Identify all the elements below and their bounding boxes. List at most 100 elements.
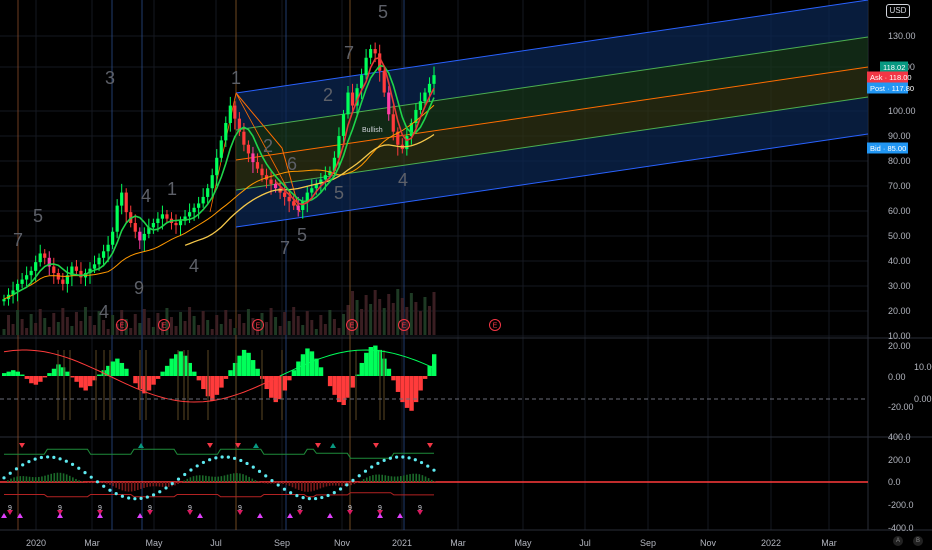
volume-bar [301,325,305,335]
volume-bar [432,292,436,335]
oscillator-bar [372,475,374,482]
histogram-bar [327,376,333,387]
volume-bar [88,316,92,335]
volume-bar [219,324,223,335]
oscillator-dot [39,455,43,460]
oscillator-bar [34,477,37,482]
oscillator-bar [229,473,232,482]
signal-triangle-up [253,443,259,448]
candle-body [61,279,65,284]
oscillator-dot [214,456,218,460]
candle-body [192,207,196,213]
volume-bar [183,321,187,335]
candle-body [323,175,327,180]
auto-scale-button[interactable]: A [893,536,903,546]
signal-triangle-up [138,443,144,448]
oscillator-bar [387,475,390,482]
histogram-bar [11,370,16,376]
volume-bar [242,323,246,335]
oscillator-dot [363,469,368,473]
volume-bar [16,310,20,335]
wave-label: 3 [105,68,115,88]
oscillator-bar [183,480,186,482]
price-axis-tick: 100.00 [888,106,916,116]
histogram-bar [160,371,165,376]
oscillator-dot [201,460,206,465]
candle-body [373,49,377,54]
oscillator-bar [396,476,399,482]
price-axis-tick: 30.00 [888,281,911,291]
price-axis-tick: 130.00 [888,31,916,41]
volume-bar [391,303,395,335]
date-axis-tick: Jul [210,538,222,548]
histogram-bar [432,354,437,376]
date-axis-tick: Mar [84,538,100,548]
oscillator-bar [28,476,31,482]
date-axis-tick: Nov [700,538,717,548]
earnings-event-label: E [120,323,125,330]
earnings-event-label: E [402,323,407,330]
candle-body [269,179,273,184]
sequence-count: 9 [8,505,12,512]
volume-bar [233,328,237,335]
candle-body [151,223,155,228]
histogram-bar [29,376,34,384]
oscillator-dot [189,468,193,472]
volume-bar [246,309,250,335]
oscillator-bar [319,482,322,489]
volume-bar [310,320,314,335]
histogram-bar [400,376,405,403]
volume-bar [287,321,291,335]
volume-bar [52,313,56,335]
volume-bar [188,307,192,335]
volume-bar [328,310,332,335]
candle-body [92,264,97,269]
oscillator-bar [288,482,291,486]
oscillator-bar [328,482,331,486]
candle-body [242,131,246,145]
histogram-bar [341,376,346,405]
candle-body [296,205,300,210]
wave-label: 4 [398,170,408,190]
histogram-bar [291,370,297,376]
oscillator-bar [118,482,121,490]
candle-body [165,214,169,219]
price-axis-tick: 40.00 [888,256,911,266]
oscillator-dot [351,478,355,482]
candle-body [432,75,436,84]
wave-label: 5 [297,225,307,245]
volume-bar [360,309,364,335]
price-chart[interactable]: 753414941267527554BullishEEEEEE130.00110… [0,0,932,550]
sequence-count: 9 [418,505,422,512]
oscillator-bar [112,482,114,487]
currency-label[interactable]: USD [886,4,910,18]
volume-bar [169,317,173,335]
oscillator-bar [31,477,34,482]
histogram-bar [2,373,7,376]
oscillator-bar [291,482,294,488]
volume-bar [414,302,418,335]
signal-triangle-up [1,513,7,518]
oscillator-bar [245,475,247,482]
oscillator-bar [50,473,53,482]
log-scale-button[interactable]: B [913,536,923,546]
oscillator-bar [124,482,127,492]
oscillator-bar [81,481,83,482]
oscillator-bar [16,476,18,482]
histogram-bar [78,376,84,388]
oscillator-dot [58,457,62,461]
wave-label: 7 [13,230,23,250]
volume-bar [269,308,273,335]
sequence-count: 9 [378,505,382,512]
wave-label: 2 [263,136,273,156]
price-axis-tick: 70.00 [888,181,911,191]
oscillator-bar [133,482,136,491]
signal-triangle-down [373,443,379,448]
oscillator-bar [341,482,343,486]
oscillator-dot [83,470,87,475]
candle-body [29,270,33,276]
histogram-bar [20,374,25,376]
signal-triangle-down [207,443,213,448]
oscillator-dot [46,455,50,459]
oscillator-bar [403,475,405,482]
